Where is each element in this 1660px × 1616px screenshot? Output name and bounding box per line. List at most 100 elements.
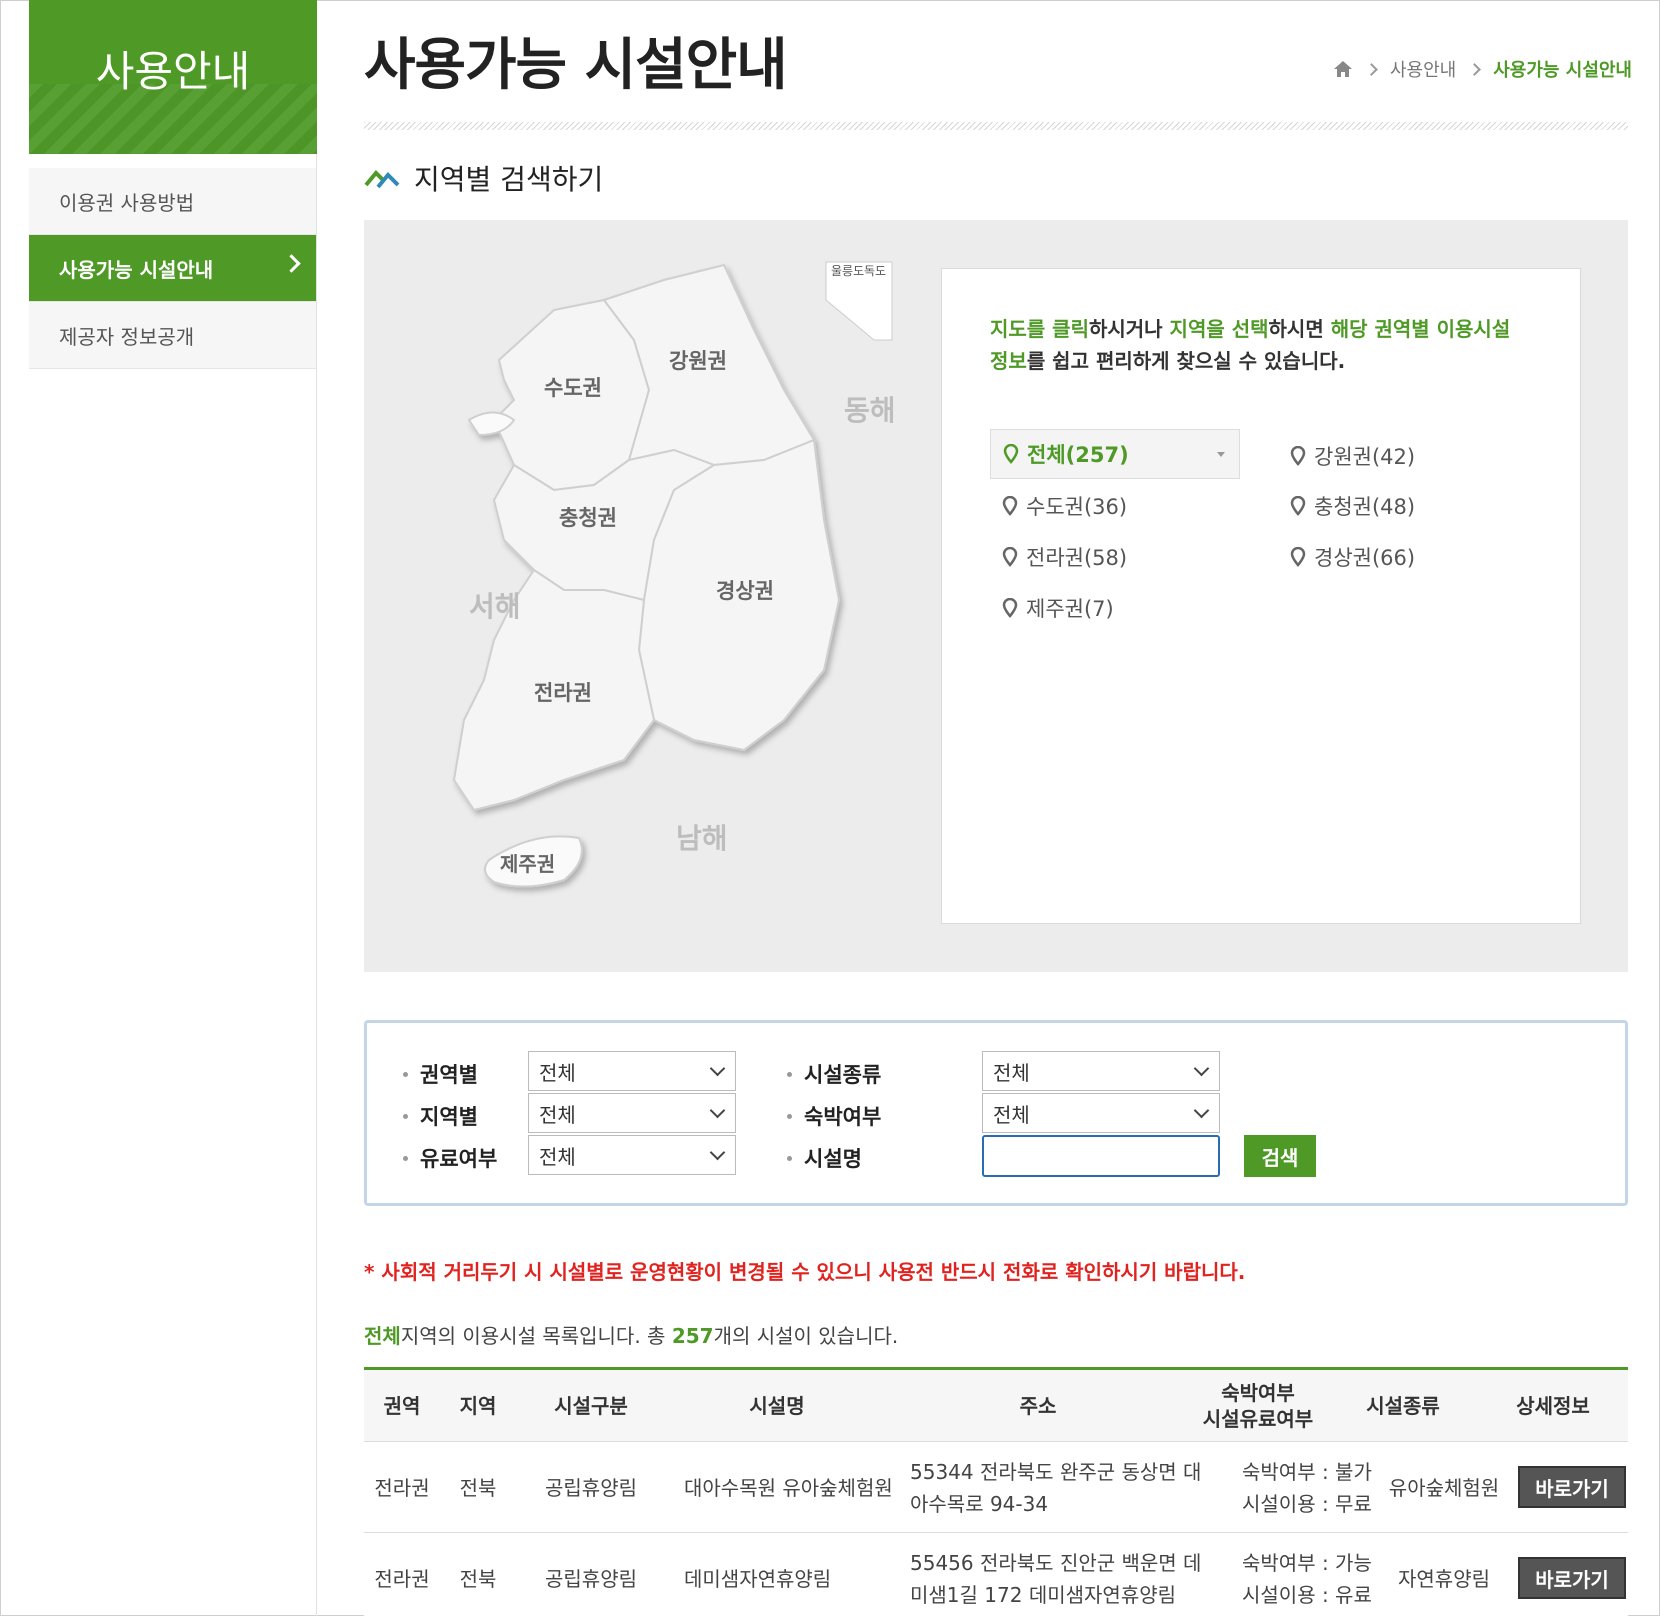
type-select[interactable]: 전체 [982,1051,1220,1091]
chevron-down-icon [709,1102,726,1119]
map-pin-icon [1290,446,1306,466]
chevron-down-icon [709,1144,726,1161]
info-text-part: 하시면 [1268,317,1331,341]
summary-text: 지역의 이용시설 목록입니다. 총 [400,1324,672,1348]
sea-label-east: 동해 [844,394,896,427]
sidebar-title: 사용안내 [95,47,251,96]
region-option-jeolla[interactable]: 전라권(58) [1002,542,1127,572]
cell-lodging: 숙박여부 : 가능 [1242,1550,1372,1575]
info-text: 지도를 클릭하시거나 지역을 선택하시면 해당 권역별 이용시설 정보를 쉽고 … [990,313,1530,377]
inset-label-dokdo: 독도 [864,264,886,278]
map-pin-icon [1002,598,1018,618]
th-detail: 상세정보 [1516,1394,1590,1418]
chevron-down-icon [1193,1060,1210,1077]
sidebar: 사용안내 이용권 사용방법 사용가능 시설안내 제공자 정보공개 [29,0,317,1616]
map-label-jeju[interactable]: 제주권 [500,852,555,876]
th-type: 시설종류 [1366,1394,1440,1418]
cell-region: 전북 [459,1475,497,1500]
breadcrumb: 사용안내 사용가능 시설안내 [1333,56,1632,82]
region-option-all[interactable]: 전체(257) [990,429,1240,479]
info-text-part: 하시거나 [1088,317,1170,341]
bullet-icon [403,1113,408,1119]
map-pin-icon [1002,547,1018,567]
summary-count: 257 [671,1324,714,1348]
region-option-gangwon[interactable]: 강원권(42) [1290,441,1415,471]
region-option-jeju[interactable]: 제주권(7) [1002,593,1114,623]
breadcrumb-current: 사용가능 시설안내 [1493,60,1632,81]
page-title: 사용가능 시설안내 [364,33,788,98]
map-pin-icon [1002,496,1018,516]
cell-lodging-fee: 숙박여부 : 불가 시설이용 : 무료 [1242,1442,1372,1533]
lodging-label: 숙박여부 [787,1101,881,1131]
area-select[interactable]: 전체 [528,1051,736,1091]
region-option-label: 충청권(48) [1314,495,1416,519]
cell-name: 데미샘자연휴양림 [684,1566,832,1591]
chevron-right-icon [282,254,301,273]
th-region: 지역 [459,1394,497,1418]
sidebar-header: 사용안내 [29,0,317,154]
detail-button[interactable]: 바로가기 [1518,1557,1626,1599]
map-label-gangwon[interactable]: 강원권 [669,349,727,373]
th-address: 주소 [1019,1394,1057,1418]
sidebar-item-label: 제공자 정보공개 [59,324,195,349]
search-button[interactable]: 검색 [1244,1135,1316,1177]
region-info-box: 지도를 클릭하시거나 지역을 선택하시면 해당 권역별 이용시설 정보를 쉽고 … [941,268,1581,924]
paid-select[interactable]: 전체 [528,1135,736,1175]
region-option-label: 전체(257) [1027,443,1129,467]
table-row: 전라권 전북 공립휴양림 데미샘자연휴양림 55456 전라북도 진안군 백운면… [364,1533,1628,1616]
type-label: 시설종류 [787,1059,881,1089]
chevron-down-icon [1193,1102,1210,1119]
region-option-sudo[interactable]: 수도권(36) [1002,491,1127,521]
home-icon[interactable] [1333,60,1353,78]
map-label-gyeongsang[interactable]: 경상권 [716,579,774,603]
th-area: 권역 [383,1394,421,1418]
paid-select-value: 전체 [539,1144,576,1169]
th-category: 시설구분 [554,1394,628,1418]
region-label-text: 지역별 [420,1105,478,1129]
area-label: 권역별 [403,1059,478,1089]
map-panel: 울릉도 독도 수도권 강원권 충청권 경상권 전라권 제주권 동해 서해 남해 … [364,220,1628,972]
facility-name-input[interactable] [982,1135,1220,1177]
region-option-chungcheong[interactable]: 충청권(48) [1290,491,1415,521]
region-option-gyeongsang[interactable]: 경상권(66) [1290,542,1415,572]
map-pin-icon [1003,444,1019,464]
lodging-select-value: 전체 [993,1102,1030,1127]
cell-lodging-fee: 숙박여부 : 가능 시설이용 : 유료 [1242,1533,1372,1616]
map-label-sudo[interactable]: 수도권 [544,376,602,400]
bullet-icon [787,1113,792,1119]
lodging-select[interactable]: 전체 [982,1093,1220,1133]
sidebar-item-usage-guide[interactable]: 이용권 사용방법 [29,168,316,235]
breadcrumb-item[interactable]: 사용안내 [1390,56,1456,82]
region-option-label: 제주권(7) [1026,597,1114,621]
sidebar-item-provider-info[interactable]: 제공자 정보공개 [29,302,316,369]
map-pin-icon [1290,496,1306,516]
region-select-value: 전체 [539,1102,576,1127]
sidebar-item-label: 사용가능 시설안내 [59,257,214,282]
chevron-right-icon [1468,62,1482,76]
map-label-chungcheong[interactable]: 충청권 [559,506,617,530]
region-label: 지역별 [403,1101,478,1131]
sidebar-item-facility-guide[interactable]: 사용가능 시설안내 [29,235,316,302]
sea-label-south: 남해 [676,822,728,855]
map-label-jeolla[interactable]: 전라권 [534,681,592,705]
cell-fee: 시설이용 : 유료 [1242,1582,1372,1607]
bullet-icon [403,1155,408,1161]
detail-button[interactable]: 바로가기 [1518,1466,1626,1508]
cell-lodging: 숙박여부 : 불가 [1242,1459,1372,1484]
region-option-label: 경상권(66) [1314,546,1416,570]
korea-map: 울릉도 독도 수도권 강원권 충청권 경상권 전라권 제주권 동해 서해 남해 [452,261,896,888]
th-name: 시설명 [749,1394,805,1418]
section-title-text: 지역별 검색하기 [414,163,604,196]
sidebar-menu: 이용권 사용방법 사용가능 시설안내 제공자 정보공개 [29,168,316,369]
cell-fee: 시설이용 : 무료 [1242,1491,1372,1516]
paid-label: 유료여부 [403,1143,497,1173]
region-option-label: 강원권(42) [1314,445,1416,469]
lodging-label-text: 숙박여부 [804,1105,882,1129]
bullet-icon [787,1071,792,1077]
paid-label-text: 유료여부 [420,1147,498,1171]
info-highlight: 지도를 클릭 [990,317,1089,341]
region-select[interactable]: 전체 [528,1093,736,1133]
type-select-value: 전체 [993,1060,1030,1085]
cell-category: 공립휴양림 [545,1475,637,1500]
summary-region: 전체 [364,1324,401,1348]
